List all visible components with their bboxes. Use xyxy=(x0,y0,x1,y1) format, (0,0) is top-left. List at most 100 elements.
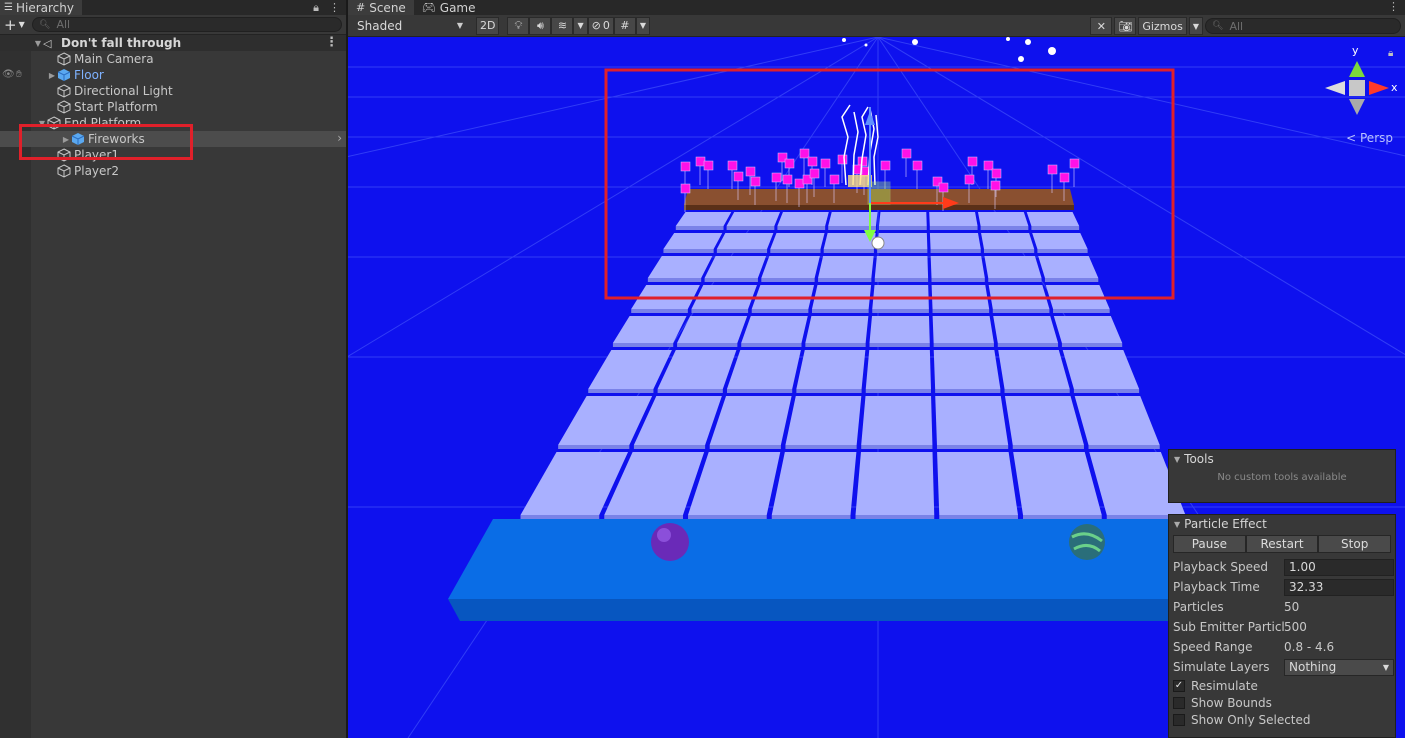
unity-scene-icon: ◁ xyxy=(43,36,52,50)
collapse-triangle-icon[interactable]: ▼ xyxy=(1174,455,1180,464)
stop-button[interactable]: Stop xyxy=(1318,535,1392,553)
chevron-down-icon: ▼ xyxy=(639,21,646,30)
floor-tile-edge xyxy=(704,278,758,282)
lighting-toggle-button[interactable]: 💡︎ xyxy=(507,16,530,35)
particles-value: 50 xyxy=(1284,600,1300,614)
kebab-menu-icon[interactable]: ⋮ xyxy=(1388,0,1399,13)
floor-tile-edge xyxy=(657,389,723,393)
audio-toggle-button[interactable]: 🔊︎ xyxy=(529,16,552,35)
pickable-hand-icon[interactable]: ✋︎ xyxy=(16,69,22,80)
hidden-objects-button[interactable]: ⊘ 0 xyxy=(587,16,614,35)
gizmos-dropdown-button[interactable]: ▼ xyxy=(1188,17,1203,35)
hierarchy-item-player2[interactable]: Player2 xyxy=(0,163,346,179)
scene-search-input[interactable]: 🔍︎ All xyxy=(1205,18,1401,34)
kebab-menu-icon[interactable]: ⋮ xyxy=(329,1,340,14)
floor-tile-edge xyxy=(931,278,985,282)
playback-time-field[interactable]: 32.33 xyxy=(1284,578,1394,596)
hierarchy-item-end-platform[interactable]: ▼ End Platform xyxy=(0,115,346,131)
hierarchy-item-player1[interactable]: Player1 xyxy=(0,147,346,163)
floor-tile-edge xyxy=(932,309,990,313)
scene-panel: # Scene 🎮︎ Game ⋮ Shaded ▼ 2D 💡︎ 🔊︎ ≋ ▼ … xyxy=(348,0,1405,738)
camera-settings-button[interactable]: 📷︎ xyxy=(1114,17,1137,35)
start-platform xyxy=(448,519,1223,621)
effects-toggle-button[interactable]: ≋ xyxy=(551,16,574,35)
simulate-layers-dropdown[interactable]: Nothing ▼ xyxy=(1284,658,1394,676)
visibility-eye-icon[interactable]: 👁︎ xyxy=(2,69,15,80)
search-icon: 🔍︎ xyxy=(1212,21,1224,31)
lock-icon[interactable]: 🔒︎ xyxy=(313,1,319,15)
scene-viewport[interactable]: y x 🔒︎ < Persp ▼ Tools No custom tools a… xyxy=(348,37,1405,738)
hierarchy-search-input[interactable]: 🔍︎ All xyxy=(32,17,342,32)
floor-tile-edge xyxy=(770,249,821,253)
2d-toggle-button[interactable]: 2D xyxy=(476,16,500,35)
shading-mode-dropdown[interactable]: Shaded ▼ xyxy=(352,16,468,35)
show-bounds-row[interactable]: Show Bounds xyxy=(1169,694,1395,711)
tools-overlay-header[interactable]: ▼ Tools xyxy=(1169,450,1395,468)
floor-tile xyxy=(993,316,1059,343)
prefab-cube-icon xyxy=(57,69,71,81)
show-only-selected-checkbox[interactable] xyxy=(1173,713,1185,726)
tab-game[interactable]: 🎮︎ Game xyxy=(414,0,484,15)
create-button[interactable]: + ▼ xyxy=(4,16,32,34)
simulate-layers-label: Simulate Layers xyxy=(1173,660,1270,674)
simulate-layers-value: Nothing xyxy=(1289,660,1337,674)
gizmo-lock-icon[interactable]: 🔒︎ xyxy=(1388,48,1393,59)
firework-particle xyxy=(901,148,912,159)
floor-tile-edge xyxy=(861,445,933,449)
persp-label[interactable]: < Persp xyxy=(1346,131,1393,145)
scene-root-row[interactable]: ▼ ◁ Don't fall through ⋮ xyxy=(0,35,346,51)
tab-scene-label: Scene xyxy=(369,0,406,15)
restart-button[interactable]: Restart xyxy=(1245,535,1319,553)
tab-hierarchy[interactable]: ☰ Hierarchy xyxy=(0,0,82,15)
floor-tile xyxy=(588,350,672,389)
expand-arrow-icon[interactable]: ▶ xyxy=(61,135,71,144)
hierarchy-toolbar: + ▼ 🔍︎ All xyxy=(0,15,346,35)
hierarchy-item-main-camera[interactable]: Main Camera xyxy=(0,51,346,67)
floor-tile xyxy=(796,350,866,389)
collapse-triangle-icon[interactable]: ▼ xyxy=(1174,520,1180,529)
expand-arrow-icon[interactable]: ▼ xyxy=(33,39,43,48)
floor-tile-edge xyxy=(1061,343,1123,347)
gizmos-button[interactable]: Gizmos xyxy=(1138,17,1187,35)
particle-effect-header[interactable]: ▼ Particle Effect xyxy=(1169,515,1395,533)
floor-tile-edge xyxy=(726,389,793,393)
hierarchy-tree: ▼ ◁ Don't fall through ⋮ Main Camera 👁︎ … xyxy=(0,35,346,738)
tools-toggle-button[interactable]: ✕ xyxy=(1090,17,1113,35)
floor-tile-edge xyxy=(604,515,683,519)
floor-tile-edge xyxy=(874,278,929,282)
wrench-icon: ✕ xyxy=(1096,19,1106,33)
expand-arrow-icon[interactable]: ▼ xyxy=(37,119,47,128)
floor-tile xyxy=(1032,233,1088,249)
floor-tile-edge xyxy=(997,343,1059,347)
floor-tile-edge xyxy=(988,278,1042,282)
resimulate-checkbox[interactable]: ✓ xyxy=(1173,679,1185,692)
floor-tile-edge xyxy=(855,515,935,519)
hierarchy-item-fireworks[interactable]: ▶ Fireworks › xyxy=(0,131,346,147)
scene-name: Don't fall through xyxy=(61,36,182,50)
firework-particle xyxy=(784,158,795,169)
hierarchy-item-start-platform[interactable]: Start Platform xyxy=(0,99,346,115)
chevron-right-icon[interactable]: › xyxy=(337,131,342,145)
tab-hierarchy-label: Hierarchy xyxy=(15,0,74,15)
pause-button[interactable]: Pause xyxy=(1173,535,1246,553)
firework-particle xyxy=(799,148,810,159)
playback-speed-field[interactable]: 1.00 xyxy=(1284,558,1394,576)
expand-arrow-icon[interactable]: ▶ xyxy=(47,71,57,80)
hierarchy-item-floor[interactable]: 👁︎ ✋︎ ▶ Floor xyxy=(0,67,346,83)
firework-particle xyxy=(703,160,714,171)
show-bounds-checkbox[interactable] xyxy=(1173,696,1185,709)
effects-dropdown-button[interactable]: ▼ xyxy=(573,16,588,35)
tab-scene[interactable]: # Scene xyxy=(348,0,414,15)
show-only-selected-row[interactable]: Show Only Selected xyxy=(1169,711,1395,728)
floor-tile-edge xyxy=(726,226,775,230)
grid-toggle-button[interactable]: # xyxy=(613,16,636,35)
hierarchy-item-directional-light[interactable]: Directional Light xyxy=(0,83,346,99)
floor-tile-edge xyxy=(872,309,929,313)
floor-tile xyxy=(865,350,931,389)
floor-tile xyxy=(933,350,1001,389)
shading-mode-value: Shaded xyxy=(357,18,403,33)
floor-tile-edge xyxy=(741,343,802,347)
grid-dropdown-button[interactable]: ▼ xyxy=(635,16,650,35)
scene-menu-icon[interactable]: ⋮ xyxy=(325,35,338,50)
resimulate-row[interactable]: ✓ Resimulate xyxy=(1169,677,1395,694)
